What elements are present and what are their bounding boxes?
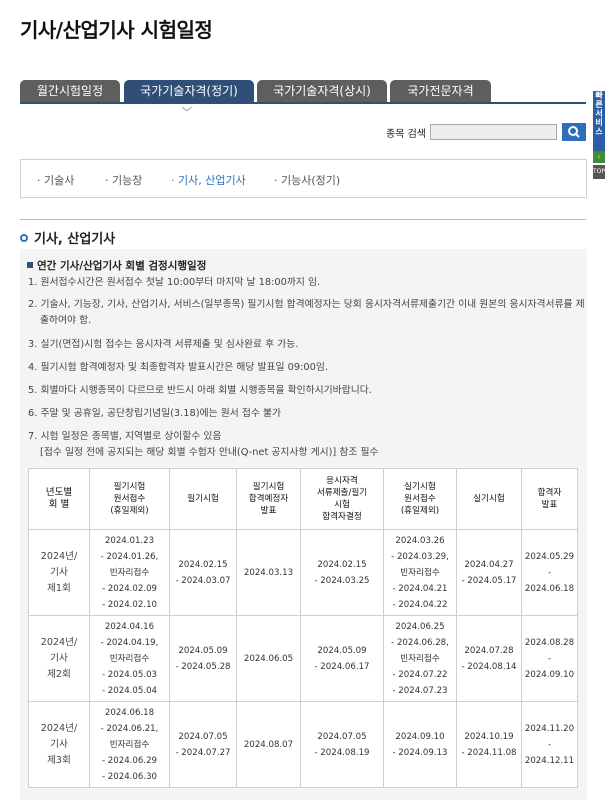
sub-navigation: · 기술사 · 기능장 · 기사, 산업기사 · 기능사(정기) [20, 159, 587, 198]
table-cell: 2024년/ 기사 제1회 [28, 529, 90, 616]
chevron-left-icon[interactable]: ‹ [593, 151, 605, 163]
table-cell: 2024년/ 기사 제3회 [28, 701, 90, 788]
table-cell: 2024.07.05 - 2024.07.27 [169, 701, 237, 788]
search-input[interactable] [430, 124, 557, 140]
circle-bullet-icon [20, 233, 28, 242]
table-cell: 2024.03.13 [236, 529, 301, 616]
scroll-top-button[interactable]: TOP [593, 165, 605, 179]
col-header-written-exam: 필기시험 [169, 468, 237, 530]
table-cell: 2024.11.20 - 2024.12.11 [521, 701, 578, 788]
table-cell: 2024.08.07 [236, 701, 301, 788]
note-item: 4. 필기시험 합격예정자 및 최종합격자 발표시간은 해당 발표일 09:00… [28, 362, 328, 373]
note-item: 3. 실기(면접)시험 접수는 응시자격 서류제출 및 심사완료 후 가능. [28, 339, 299, 350]
table-cell: 2024.01.23 - 2024.01.26, 빈자리접수 - 2024.02… [89, 529, 170, 616]
note-item: 7. 시험 일정은 종목별, 지역별로 상이할수 있음 [28, 431, 222, 442]
table-cell: 2024.03.26 - 2024.03.29, 빈자리접수 - 2024.04… [383, 529, 457, 616]
table-cell: 2024.05.09 - 2024.06.17 [300, 615, 384, 702]
info-title-text: 연간 기사/산업기사 회별 검정시행일정 [37, 260, 207, 272]
table-row: 2024년/ 기사 제2회 2024.04.16 - 2024.04.19, 빈… [28, 615, 578, 702]
square-bullet-icon [27, 262, 33, 268]
exam-schedule-table: 년도별 회 별 필기시험 원서접수 (휴일제외) 필기시험 필기시험 합격예정자… [28, 468, 578, 788]
subnav-item-professional-engineer[interactable]: · 기술사 [37, 172, 74, 188]
table-cell: 2024.04.16 - 2024.04.19, 빈자리접수 - 2024.05… [89, 615, 170, 702]
tab-national-technical-regular[interactable]: 국가기술자격(정기) [124, 80, 254, 103]
table-header-row: 년도별 회 별 필기시험 원서접수 (휴일제외) 필기시험 필기시험 합격예정자… [28, 468, 578, 530]
tab-underline [20, 102, 586, 104]
table-cell: 2024.02.15 - 2024.03.25 [300, 529, 384, 616]
table-cell: 2024.06.18 - 2024.06.21, 빈자리접수 - 2024.06… [89, 701, 170, 788]
col-header-final-announcement: 합격자 발표 [521, 468, 578, 530]
note-item: 6. 주말 및 공휴일, 공단창립기념일(3.18)에는 원서 접수 불가 [28, 408, 282, 419]
table-row: 2024년/ 기사 제3회 2024.06.18 - 2024.06.21, 빈… [28, 701, 578, 788]
subnav-item-master-craftsman[interactable]: · 기능장 [105, 172, 142, 188]
tab-national-technical-anytime[interactable]: 국가기술자격(상시) [257, 80, 387, 103]
table-row: 2024년/ 기사 제1회 2024.01.23 - 2024.01.26, 빈… [28, 529, 578, 616]
note-extra: [접수 일정 전에 공지되는 해당 회별 수험자 안내(Q-net 공지사항 게… [40, 447, 379, 458]
tab-national-professional[interactable]: 국가전문자격 [390, 80, 491, 103]
table-cell: 2024.02.15 - 2024.03.07 [169, 529, 237, 616]
col-header-document-submission: 응시자격 서류제출/필기 시험 합격자결정 [300, 468, 384, 530]
table-cell: 2024년/ 기사 제2회 [28, 615, 90, 702]
table-cell: 2024.05.09 - 2024.05.28 [169, 615, 237, 702]
table-cell: 2024.08.28 - 2024.09.10 [521, 615, 578, 702]
subnav-item-engineer-industrial[interactable]: · 기사, 산업기사 [171, 172, 246, 188]
col-header-practical-exam: 실기시험 [456, 468, 522, 530]
table-cell: 2024.09.10 - 2024.09.13 [383, 701, 457, 788]
col-header-written-application: 필기시험 원서접수 (휴일제외) [89, 468, 170, 530]
table-cell: 2024.07.05 - 2024.08.19 [300, 701, 384, 788]
chevron-down-icon: ⌵ [181, 103, 193, 114]
quick-service-widget[interactable]: 빠른서비스 ‹ TOP [593, 91, 605, 181]
search-button[interactable] [562, 123, 586, 141]
tab-monthly-schedule[interactable]: 월간시험일정 [20, 80, 120, 103]
col-header-written-pass-announcement: 필기시험 합격예정자 발표 [236, 468, 301, 530]
info-title: 연간 기사/산업기사 회별 검정시행일정 [27, 258, 206, 273]
quick-service-label[interactable]: 빠른서비스 [593, 91, 605, 151]
search-icon [568, 126, 580, 138]
table-cell: 2024.07.28 - 2024.08.14 [456, 615, 522, 702]
section-title-text: 기사, 산업기사 [34, 232, 116, 247]
search-label: 종목 검색 [386, 129, 426, 140]
subnav-item-craftsman-regular[interactable]: · 기능사(정기) [274, 172, 340, 188]
note-item: 1. 원서접수시간은 원서접수 첫날 10:00부터 마지막 날 18:00까지… [28, 277, 321, 288]
page-title: 기사/산업기사 시험일정 [20, 18, 213, 42]
table-cell: 2024.05.29 - 2024.06.18 [521, 529, 578, 616]
col-header-round: 년도별 회 별 [28, 468, 90, 530]
note-item: 5. 회별마다 시행종목이 다르므로 반드시 아래 회별 시행종목을 확인하시기… [28, 385, 372, 396]
schedule-info-box: 연간 기사/산업기사 회별 검정시행일정 1. 원서접수시간은 원서접수 첫날 … [20, 249, 587, 800]
table-cell: 2024.06.05 [236, 615, 301, 702]
col-header-practical-application: 실기시험 원서접수 (휴일제외) [383, 468, 457, 530]
table-cell: 2024.04.27 - 2024.05.17 [456, 529, 522, 616]
tab-bar: 월간시험일정 국가기술자격(정기) 국가기술자격(상시) 국가전문자격 [20, 80, 586, 103]
table-cell: 2024.10.19 - 2024.11.08 [456, 701, 522, 788]
section-divider [20, 219, 586, 220]
section-title: 기사, 산업기사 [20, 228, 115, 247]
table-cell: 2024.06.25 - 2024.06.28, 빈자리접수 - 2024.07… [383, 615, 457, 702]
note-item: 2. 기술사, 기능장, 기사, 산업기사, 서비스(일부종목) 필기시험 합격… [28, 299, 585, 326]
